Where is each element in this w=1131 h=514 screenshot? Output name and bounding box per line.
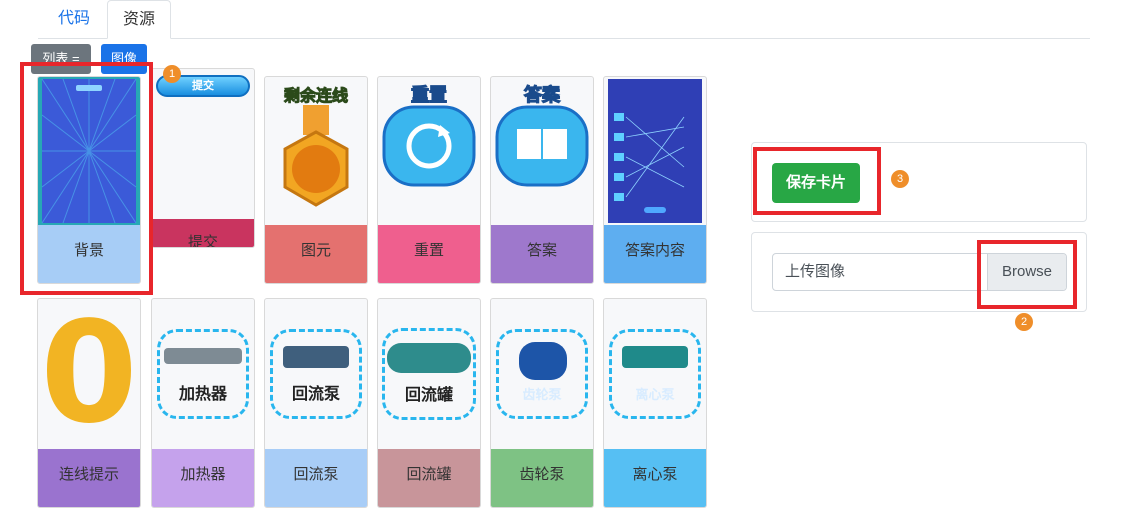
highlight-box-save-button [753, 147, 881, 215]
heater-frame: 加热器 [157, 329, 249, 419]
medal-text: 剩余连线 [284, 86, 348, 105]
zero-glyph: 0 [40, 298, 138, 455]
zero-thumbnail: 0 [38, 299, 140, 449]
card-reset[interactable]: 重置 重置 [377, 76, 481, 284]
centrifugal-pump-body [622, 346, 688, 368]
card-reflux-pump[interactable]: 回流泵 回流泵 [264, 298, 368, 508]
answer-thumbnail: 答案 [491, 77, 593, 227]
tab-code[interactable]: 代码 [43, 0, 105, 38]
card-answer[interactable]: 答案 答案 [490, 76, 594, 284]
heater-body [164, 348, 242, 364]
answer-content-thumbnail [604, 77, 706, 227]
reflux-tank-thumbnail: 回流罐 [378, 299, 480, 449]
annotation-badge-3: 3 [891, 170, 909, 188]
heater-thumbnail: 加热器 [152, 299, 254, 449]
card-label: 答案内容 [604, 225, 706, 283]
card-connection-hint[interactable]: 0 连线提示 [37, 298, 141, 508]
card-label: 连线提示 [38, 449, 140, 507]
reflux-tank-frame: 回流罐 [382, 328, 476, 420]
reflux-pump-frame: 回流泵 [270, 329, 362, 419]
centrifugal-pump-thumbnail: 离心泵 [604, 299, 706, 449]
centrifugal-pump-text: 离心泵 [635, 387, 675, 402]
card-answer-content[interactable]: 答案内容 [603, 76, 707, 284]
pump-body [283, 346, 349, 368]
card-submit[interactable]: 提交 提交 [151, 68, 255, 248]
card-label: 加热器 [152, 449, 254, 507]
highlight-box-background-card [20, 62, 153, 295]
card-label: 重置 [378, 225, 480, 283]
reflux-pump-thumbnail: 回流泵 [265, 299, 367, 449]
highlight-box-browse-button [977, 240, 1077, 309]
card-label: 回流泵 [265, 449, 367, 507]
annotation-badge-1: 1 [163, 65, 181, 83]
submit-thumbnail: 提交 [152, 69, 254, 219]
reflux-pump-text: 回流泵 [291, 386, 340, 403]
upload-placeholder: 上传图像 [785, 263, 846, 280]
gear-pump-body [519, 342, 567, 380]
heater-text: 加热器 [178, 386, 227, 403]
medal-thumbnail: 剩余连线 [265, 77, 367, 227]
card-label: 离心泵 [604, 449, 706, 507]
card-label: 回流罐 [378, 449, 480, 507]
card-reflux-tank[interactable]: 回流罐 回流罐 [377, 298, 481, 508]
gear-pump-thumbnail: 齿轮泵 [491, 299, 593, 449]
reset-thumbnail: 重置 [378, 77, 480, 227]
tab-bar: 代码 资源 [38, 0, 1090, 39]
reset-text: 重置 [411, 84, 447, 106]
answer-text: 答案 [524, 84, 561, 106]
card-element[interactable]: 剩余连线 图元 [264, 76, 368, 284]
tank-body [387, 343, 471, 373]
annotation-badge-2: 2 [1015, 313, 1033, 331]
reflux-tank-text: 回流罐 [404, 387, 453, 404]
centrifugal-pump-frame: 离心泵 [609, 329, 701, 419]
card-gear-pump[interactable]: 齿轮泵 齿轮泵 [490, 298, 594, 508]
card-label: 图元 [265, 225, 367, 283]
tab-resources[interactable]: 资源 [107, 0, 172, 39]
card-label: 提交 [152, 219, 254, 247]
card-label: 齿轮泵 [491, 449, 593, 507]
gear-pump-text: 齿轮泵 [522, 387, 562, 402]
card-heater[interactable]: 加热器 加热器 [151, 298, 255, 508]
gear-pump-frame: 齿轮泵 [496, 329, 588, 419]
card-centrifugal-pump[interactable]: 离心泵 离心泵 [603, 298, 707, 508]
card-label: 答案 [491, 225, 593, 283]
